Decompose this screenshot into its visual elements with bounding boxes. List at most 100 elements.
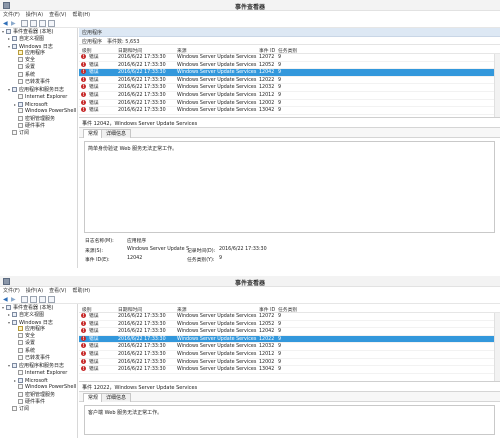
col-category[interactable]: 任务类别 [278,47,297,54]
tree-node[interactable]: ▾ 应用程序和服务日志 [0,86,77,93]
col-datetime[interactable]: 日期和时间 [118,306,142,313]
tree-node[interactable]: 系统 [0,71,77,79]
tree-node[interactable]: 密钥管理服务 [0,391,77,399]
forward-arrow-icon[interactable]: ▶ [11,20,18,27]
error-icon: ! [81,343,86,349]
up-folder-icon[interactable] [21,296,28,303]
cell-level: 错误 [89,329,99,335]
table-row[interactable]: ! 错误 2016/6/22 17:33:30 Windows Server Upda… [79,313,500,321]
table-row[interactable]: ! 错误 2016/6/22 17:33:30 Windows Server Upda… [79,76,500,85]
table-row[interactable]: ! 错误 2016/6/22 17:33:30 Windows Server Upda… [79,358,500,367]
cell-level: 错误 [89,70,99,76]
tree-node[interactable]: 设置 [0,340,77,347]
folder-icon [18,101,23,107]
table-row[interactable]: ! 错误 2016/6/22 17:33:30 Windows Server Upda… [79,91,500,100]
tree-node[interactable]: ▾ 应用程序和服务日志 [0,362,77,369]
grid-scrollbar[interactable] [494,54,500,117]
tree-node[interactable]: Internet Explorer [0,93,77,101]
menu-help[interactable]: 帮助(H) [69,287,93,295]
event-message-box[interactable]: 客户端 Web 服务无法正常工作。 [84,405,495,435]
grid-header: 级别 日期和时间 来源 事件 ID 任务类别 [79,45,500,54]
tree-node[interactable]: Windows PowerShell [0,108,77,115]
tree-node[interactable]: ▾ 事件查看器 (本地) [0,28,77,35]
tree-node[interactable]: 硬件事件 [0,122,77,130]
col-source[interactable]: 来源 [177,306,187,313]
menu-file[interactable]: 文件(F) [0,11,23,19]
back-arrow-icon[interactable]: ◀ [3,296,10,303]
table-row[interactable]: ! 错误 2016/6/22 17:33:30 Windows Server Upda… [79,320,500,329]
col-source[interactable]: 来源 [177,47,187,54]
tree-node[interactable]: Internet Explorer [0,369,77,377]
tab-general[interactable]: 常规 [83,393,104,402]
tree-node-label: Internet Explorer [25,369,68,376]
table-row[interactable]: ! 错误 2016/6/22 17:33:30 Windows Server Upda… [79,343,500,351]
window-title: 事件查看器 [234,280,265,287]
help-icon[interactable] [39,20,46,27]
close-icon[interactable]: × [82,119,496,126]
menu-help[interactable]: 帮助(H) [69,11,93,19]
menu-action[interactable]: 操作(A) [23,11,46,19]
tree-node[interactable]: 已转发事件 [0,79,77,86]
tree-node[interactable]: 应用程序 [0,325,77,333]
tree-node[interactable]: 系统 [0,347,77,355]
table-row[interactable]: ! 错误 2016/6/22 17:33:30 Windows Server Upda… [79,366,500,374]
show-tree-icon[interactable] [30,20,37,27]
table-row[interactable]: ! 错误 2016/6/22 17:33:30 Windows Server Upda… [79,61,500,70]
table-row[interactable]: ! 错误 2016/6/22 17:33:30 Windows Server Upda… [79,107,500,115]
folder-icon [12,87,17,93]
forward-arrow-icon[interactable]: ▶ [11,296,18,303]
tree-node[interactable]: 订阅 [0,130,77,137]
pane-title: 应用程序 [82,30,103,36]
menu-file[interactable]: 文件(F) [0,287,23,295]
tree-node[interactable]: 已转发事件 [0,355,77,362]
tree-node[interactable]: 密钥管理服务 [0,115,77,123]
table-row[interactable]: ! 错误 2016/6/22 17:33:30 Windows Server Upda… [79,350,500,359]
col-event-id[interactable]: 事件 ID [259,47,275,54]
properties-icon[interactable] [48,20,55,27]
col-datetime[interactable]: 日期和时间 [118,47,142,54]
tree-node[interactable]: 硬件事件 [0,398,77,406]
tree-node-label: 自定义视图 [19,36,45,43]
tree-node[interactable]: ▾ 事件查看器 (本地) [0,304,77,311]
event-message-box[interactable]: 简单身份验证 Web 服务无法正常工作。 [84,141,495,233]
menu-view[interactable]: 查看(V) [46,11,69,19]
table-row[interactable]: ! 错误 2016/6/22 17:33:30 Windows Server Upda… [79,99,500,108]
table-row[interactable]: ! 错误 2016/6/22 17:33:30 Windows Server Upda… [79,54,500,62]
tree-node[interactable]: ▸ 自定义视图 [0,35,77,42]
back-arrow-icon[interactable]: ◀ [3,20,10,27]
tree-node[interactable]: 订阅 [0,406,77,413]
close-icon[interactable]: × [82,383,496,390]
tree-node[interactable]: ▾ Windows 日志 [0,319,77,326]
table-row[interactable]: ! 错误 2016/6/22 17:33:30 Windows Server Upda… [79,84,500,92]
tree-node[interactable]: Windows PowerShell [0,384,77,391]
show-tree-icon[interactable] [30,296,37,303]
help-icon[interactable] [39,296,46,303]
table-row[interactable]: ! 错误 2016/6/22 17:33:30 Windows Server Upda… [79,335,500,344]
up-folder-icon[interactable] [21,20,28,27]
tree-node[interactable]: ▾ Windows 日志 [0,43,77,50]
tree-node[interactable]: 设置 [0,64,77,71]
tab-general[interactable]: 常规 [83,129,104,138]
cell-event-id: 13042 [259,108,275,114]
cell-level: 错误 [89,55,99,60]
tab-details[interactable]: 详细信息 [101,129,132,138]
tree-node[interactable]: ▸ Microsoft [0,101,77,108]
tree-node[interactable]: ▸ Microsoft [0,377,77,384]
tree-node[interactable]: ▸ 自定义视图 [0,311,77,318]
tree-node[interactable]: 安全 [0,57,77,64]
tree-node[interactable]: 安全 [0,333,77,340]
menu-view[interactable]: 查看(V) [46,287,69,295]
properties-icon[interactable] [48,296,55,303]
col-level[interactable]: 级别 [82,47,92,54]
tree-node[interactable]: 应用程序 [0,49,77,57]
tab-details[interactable]: 详细信息 [101,393,132,402]
col-category[interactable]: 任务类别 [278,306,297,313]
col-event-id[interactable]: 事件 ID [259,306,275,313]
table-row[interactable]: ! 错误 2016/6/22 17:33:30 Windows Server Upda… [79,328,500,336]
grid-scrollbar[interactable] [494,313,500,381]
table-row[interactable]: ! 错误 2016/6/22 17:33:30 Windows Server Upda… [79,69,500,77]
cell-event-id: 12052 [259,62,275,68]
col-level[interactable]: 级别 [82,306,92,313]
menu-action[interactable]: 操作(A) [23,287,46,295]
event-grid: 级别 日期和时间 来源 事件 ID 任务类别 ! 错误 2016/6/22 17:3… [79,45,500,118]
